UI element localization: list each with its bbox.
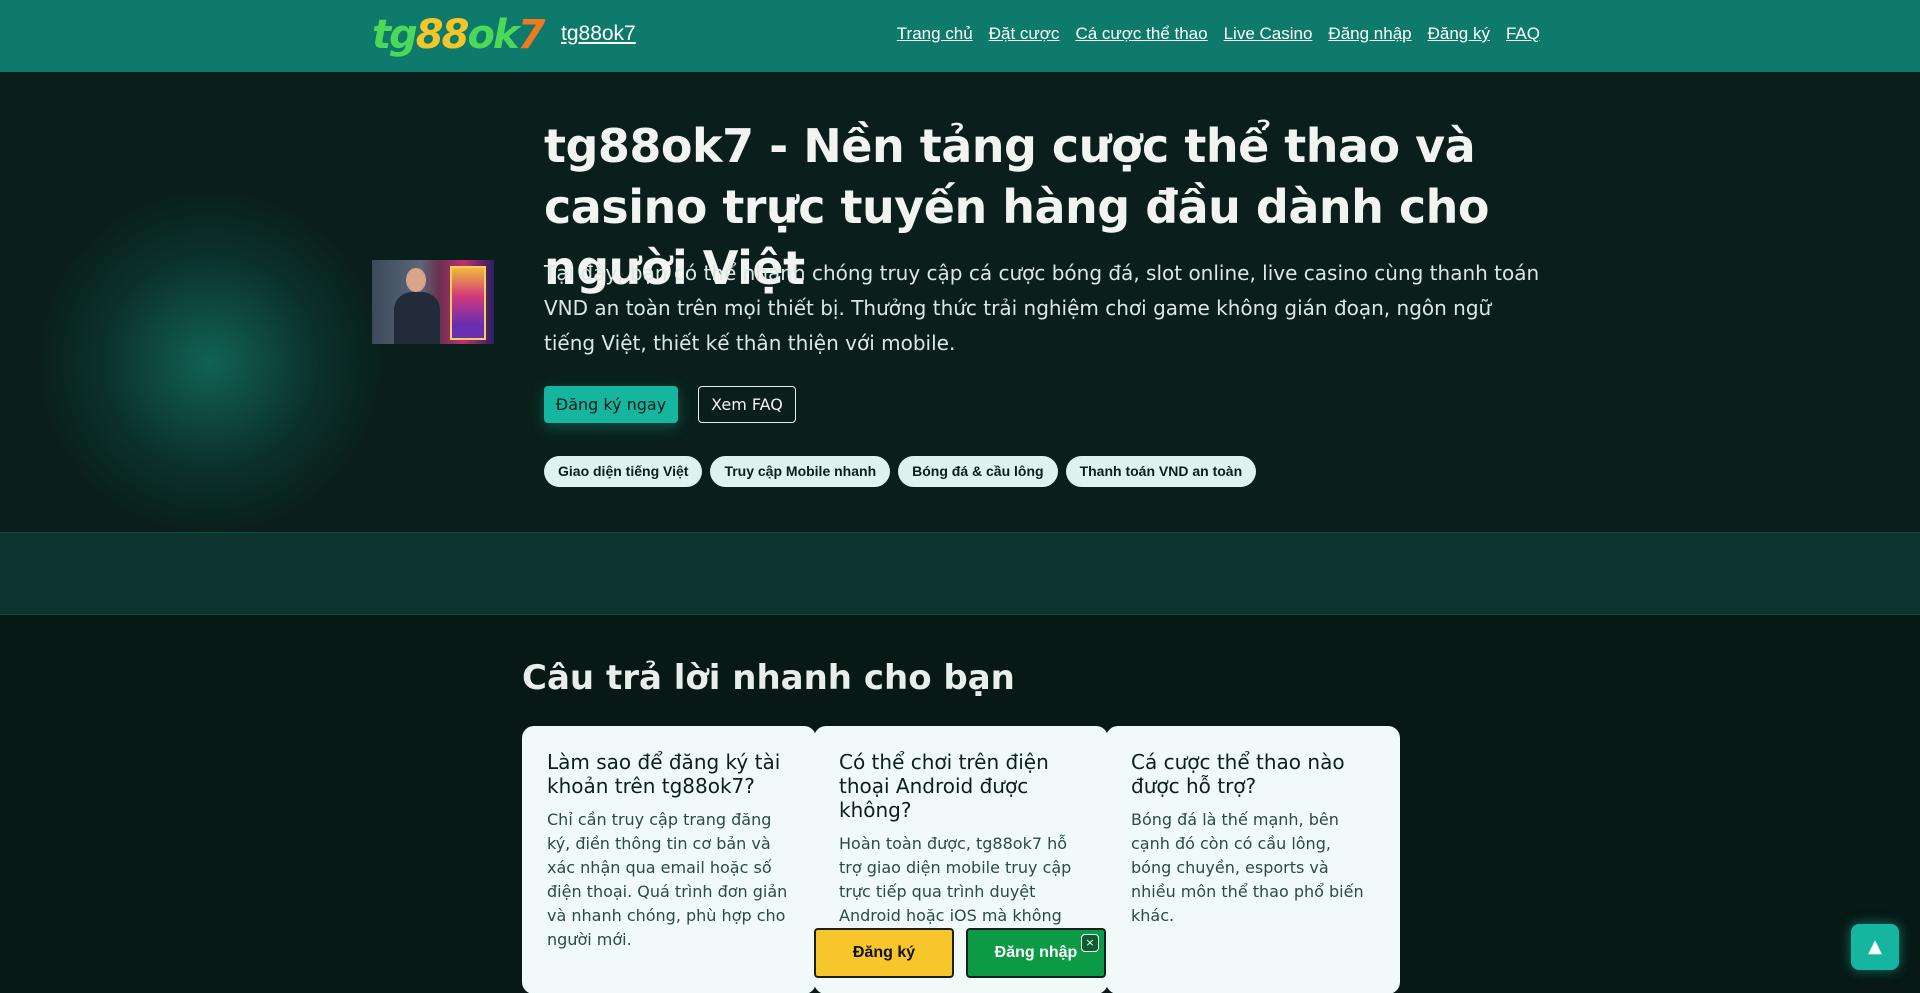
hero-section: tg88ok7 - Nền tảng cược thể thao và casi… xyxy=(0,72,1920,532)
view-faq-button[interactable]: Xem FAQ xyxy=(698,386,796,423)
site-logo[interactable]: tg88ok7 xyxy=(372,12,554,58)
main-nav: Trang chủ Đặt cược Cá cược thể thao Live… xyxy=(897,24,1540,44)
logo-part-ok: ok xyxy=(467,12,519,58)
nav-live-casino[interactable]: Live Casino xyxy=(1224,24,1313,44)
nav-register[interactable]: Đăng ký xyxy=(1428,24,1490,44)
register-now-button[interactable]: Đăng ký ngay xyxy=(544,386,678,423)
faq-answer: Chỉ cần truy cập trang đăng ký, điền thô… xyxy=(547,810,788,949)
hero-description: Tại đây, bạn có thể nhanh chóng truy cập… xyxy=(544,261,1540,355)
section-divider-band xyxy=(0,532,1920,615)
site-header: tg88ok7 tg88ok7 Trang chủ Đặt cược Cá cư… xyxy=(0,0,1920,72)
faq-question: Cá cược thể thao nào được hỗ trợ? xyxy=(1131,750,1345,798)
feature-tags: Giao diện tiếng Việt Truy cập Mobile nha… xyxy=(544,456,1257,487)
tag-mobile-access: Truy cập Mobile nhanh xyxy=(710,456,891,487)
hero-thumbnail-image xyxy=(372,260,494,344)
faq-question: Làm sao để đăng ký tài khoản trên tg88ok… xyxy=(547,750,781,798)
faq-card-register: Làm sao để đăng ký tài khoản trên tg88ok… xyxy=(522,726,816,993)
logo-part-7: 7 xyxy=(517,12,546,58)
nav-faq[interactable]: FAQ xyxy=(1506,24,1540,44)
faq-section-title: Câu trả lời nhanh cho bạn xyxy=(522,658,1015,698)
site-name-link[interactable]: tg88ok7 xyxy=(561,22,636,46)
presenter-graphic xyxy=(394,268,440,344)
faq-question: Có thể chơi trên điện thoại Android được… xyxy=(839,750,1049,822)
close-icon[interactable]: × xyxy=(1081,934,1099,952)
nav-home[interactable]: Trang chủ xyxy=(897,24,973,44)
faq-card-sports: Cá cược thể thao nào được hỗ trợ? Bóng đ… xyxy=(1106,726,1400,993)
nav-sports-betting[interactable]: Cá cược thể thao xyxy=(1075,24,1207,44)
nav-login[interactable]: Đăng nhập xyxy=(1328,24,1411,44)
slot-machine-graphic xyxy=(450,266,486,340)
floating-register-button[interactable]: Đăng ký xyxy=(814,928,954,978)
nav-bet[interactable]: Đặt cược xyxy=(989,24,1060,44)
logo-part-tg: tg xyxy=(372,12,418,58)
tag-football-badminton: Bóng đá & cầu lông xyxy=(898,456,1058,487)
faq-answer: Bóng đá là thế mạnh, bên cạnh đó còn có … xyxy=(1131,810,1364,925)
tag-vietnamese-ui: Giao diện tiếng Việt xyxy=(544,456,703,487)
logo-part-88: 88 xyxy=(415,12,470,58)
hero-glow-decoration xyxy=(40,192,380,532)
tag-vnd-payment: Thanh toán VND an toàn xyxy=(1065,456,1257,487)
back-to-top-icon[interactable]: ▲ xyxy=(1851,924,1899,970)
